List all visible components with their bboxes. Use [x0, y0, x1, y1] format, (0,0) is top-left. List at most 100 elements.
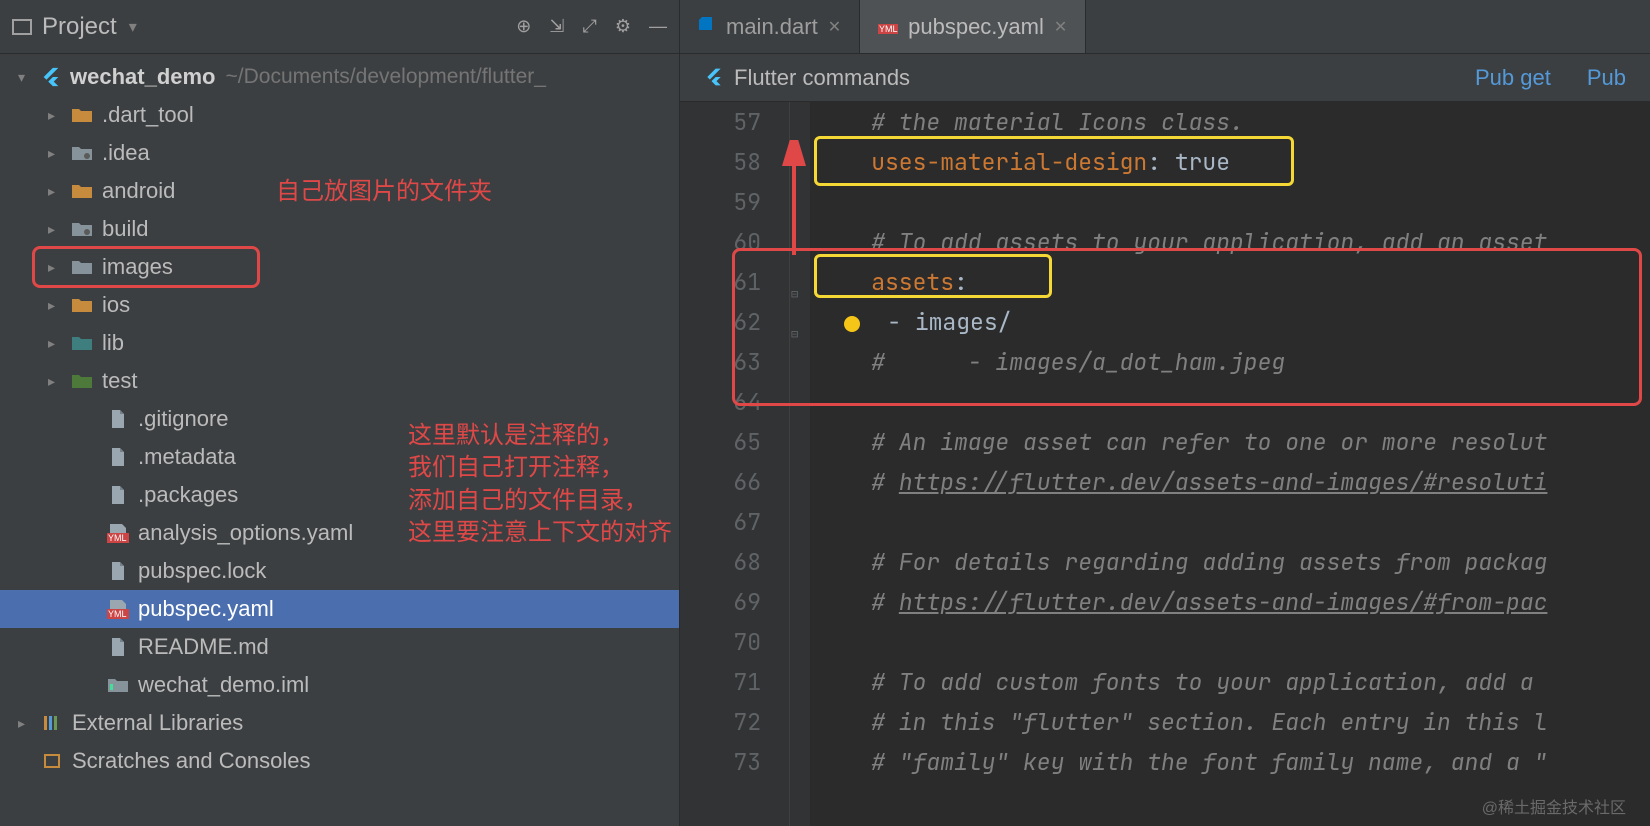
editor-panel: main.dart ✕ YML pubspec.yaml ✕ Flutter c… [680, 0, 1650, 826]
svg-text:YML: YML [879, 24, 898, 34]
code-line-72[interactable]: # in this "flutter" section. Each entry … [816, 702, 1650, 742]
pub-link[interactable]: Pub [1587, 65, 1626, 91]
tree-item-pubspec-lock[interactable]: pubspec.lock [0, 552, 679, 590]
code-line-69[interactable]: # https://flutter.dev/assets-and-images/… [816, 582, 1650, 622]
scratches-icon [40, 752, 64, 770]
tree-label: pubspec.lock [138, 558, 266, 584]
project-header: Project ▾ ⊕ ⇲ ⤢ ⚙ — [0, 0, 679, 54]
flutter-banner: Flutter commands Pub get Pub [680, 54, 1650, 102]
folder-teal-icon [70, 334, 94, 352]
tree-label: .metadata [138, 444, 236, 470]
external-libraries[interactable]: External Libraries [0, 704, 679, 742]
folder-gear-icon [70, 220, 94, 238]
fold-gutter: ⊟⊟ [790, 102, 810, 826]
code-line-73[interactable]: # "family" key with the font family name… [816, 742, 1650, 782]
locate-icon[interactable]: ⊕ [516, 16, 531, 37]
scratches-consoles[interactable]: Scratches and Consoles [0, 742, 679, 780]
tree-root[interactable]: wechat_demo ~/Documents/development/flut… [0, 58, 679, 96]
expand-icon[interactable]: ⇲ [549, 16, 564, 37]
close-icon[interactable]: ✕ [828, 17, 841, 37]
tree-label: README.md [138, 634, 269, 660]
code-line-61[interactable]: assets: [816, 262, 1650, 302]
flutter-icon [704, 67, 726, 89]
tree-item-pubspec-yaml[interactable]: YMLpubspec.yaml [0, 590, 679, 628]
chevron-icon[interactable] [48, 297, 70, 314]
tree-item-android[interactable]: android [0, 172, 679, 210]
line-numbers: 5758596061626364656667686970717273 [680, 102, 790, 826]
close-icon[interactable]: ✕ [1054, 17, 1067, 37]
tab-pubspec-yaml[interactable]: YML pubspec.yaml ✕ [860, 0, 1086, 53]
code-line-67[interactable] [816, 502, 1650, 542]
folder-bar-icon [106, 676, 130, 694]
code-editor[interactable]: 5758596061626364656667686970717273 ⊟⊟ # … [680, 102, 1650, 826]
folder-green-icon [70, 372, 94, 390]
folder-gear-icon [70, 144, 94, 162]
file-icon [106, 562, 130, 580]
code-line-68[interactable]: # For details regarding adding assets fr… [816, 542, 1650, 582]
tab-main-dart[interactable]: main.dart ✕ [680, 0, 860, 53]
chevron-icon[interactable] [48, 335, 70, 352]
gear-icon[interactable]: ⚙ [615, 16, 631, 37]
minimize-icon[interactable]: — [649, 16, 667, 37]
dropdown-icon[interactable]: ▾ [129, 17, 137, 37]
code-line-57[interactable]: # the material Icons class. [816, 102, 1650, 142]
tree-label: wechat_demo.iml [138, 672, 309, 698]
tree-label: build [102, 216, 148, 242]
code-line-70[interactable] [816, 622, 1650, 662]
svg-text:YML: YML [108, 609, 127, 619]
file-icon [106, 410, 130, 428]
code-area[interactable]: # the material Icons class. uses-materia… [810, 102, 1650, 826]
tree-label: .dart_tool [102, 102, 194, 128]
yaml-icon: YML [106, 600, 130, 618]
chevron-icon[interactable] [48, 145, 70, 162]
code-line-65[interactable]: # An image asset can refer to one or mor… [816, 422, 1650, 462]
tree-item--gitignore[interactable]: .gitignore [0, 400, 679, 438]
chevron-icon[interactable] [48, 259, 70, 276]
code-line-63[interactable]: # - images/a_dot_ham.jpeg [816, 342, 1650, 382]
tree-item-test[interactable]: test [0, 362, 679, 400]
code-line-64[interactable] [816, 382, 1650, 422]
code-line-60[interactable]: # To add assets to your application, add… [816, 222, 1650, 262]
chevron-icon[interactable] [48, 183, 70, 200]
tree-item-ios[interactable]: ios [0, 286, 679, 324]
tree-item-build[interactable]: build [0, 210, 679, 248]
tree-item-images[interactable]: images [0, 248, 679, 286]
tree-label: ios [102, 292, 130, 318]
project-icon [12, 19, 32, 35]
project-title[interactable]: Project [42, 13, 117, 41]
pub-get-link[interactable]: Pub get [1475, 65, 1551, 91]
folder-orange-icon [70, 106, 94, 124]
tree-item--metadata[interactable]: .metadata [0, 438, 679, 476]
tree-item-analysis-options-yaml[interactable]: YMLanalysis_options.yaml [0, 514, 679, 552]
folder-gray-icon [70, 258, 94, 276]
tree-label: images [102, 254, 173, 280]
banner-title: Flutter commands [734, 65, 910, 91]
folder-orange-icon [70, 182, 94, 200]
chevron-icon[interactable] [48, 221, 70, 238]
chevron-icon[interactable] [48, 373, 70, 390]
code-line-66[interactable]: # https://flutter.dev/assets-and-images/… [816, 462, 1650, 502]
tree-label: test [102, 368, 137, 394]
code-line-59[interactable] [816, 182, 1650, 222]
code-line-71[interactable]: # To add custom fonts to your applicatio… [816, 662, 1650, 702]
tree-item-readme-md[interactable]: README.md [0, 628, 679, 666]
yaml-icon: YML [106, 524, 130, 542]
tree-label: android [102, 178, 175, 204]
tree-item--idea[interactable]: .idea [0, 134, 679, 172]
code-line-62[interactable]: - images/ [816, 302, 1650, 342]
chevron-icon[interactable] [48, 107, 70, 124]
code-line-58[interactable]: uses-material-design: true [816, 142, 1650, 182]
file-icon [106, 448, 130, 466]
editor-tabs: main.dart ✕ YML pubspec.yaml ✕ [680, 0, 1650, 54]
collapse-icon[interactable]: ⤢ [582, 16, 596, 37]
tree-item--dart-tool[interactable]: .dart_tool [0, 96, 679, 134]
file-icon [106, 638, 130, 656]
svg-text:YML: YML [108, 533, 127, 543]
folder-orange-icon [70, 296, 94, 314]
file-icon [106, 486, 130, 504]
yaml-icon: YML [878, 14, 898, 40]
tree-item--packages[interactable]: .packages [0, 476, 679, 514]
tree-item-wechat-demo-iml[interactable]: wechat_demo.iml [0, 666, 679, 704]
tree-item-lib[interactable]: lib [0, 324, 679, 362]
libraries-icon [40, 714, 64, 732]
